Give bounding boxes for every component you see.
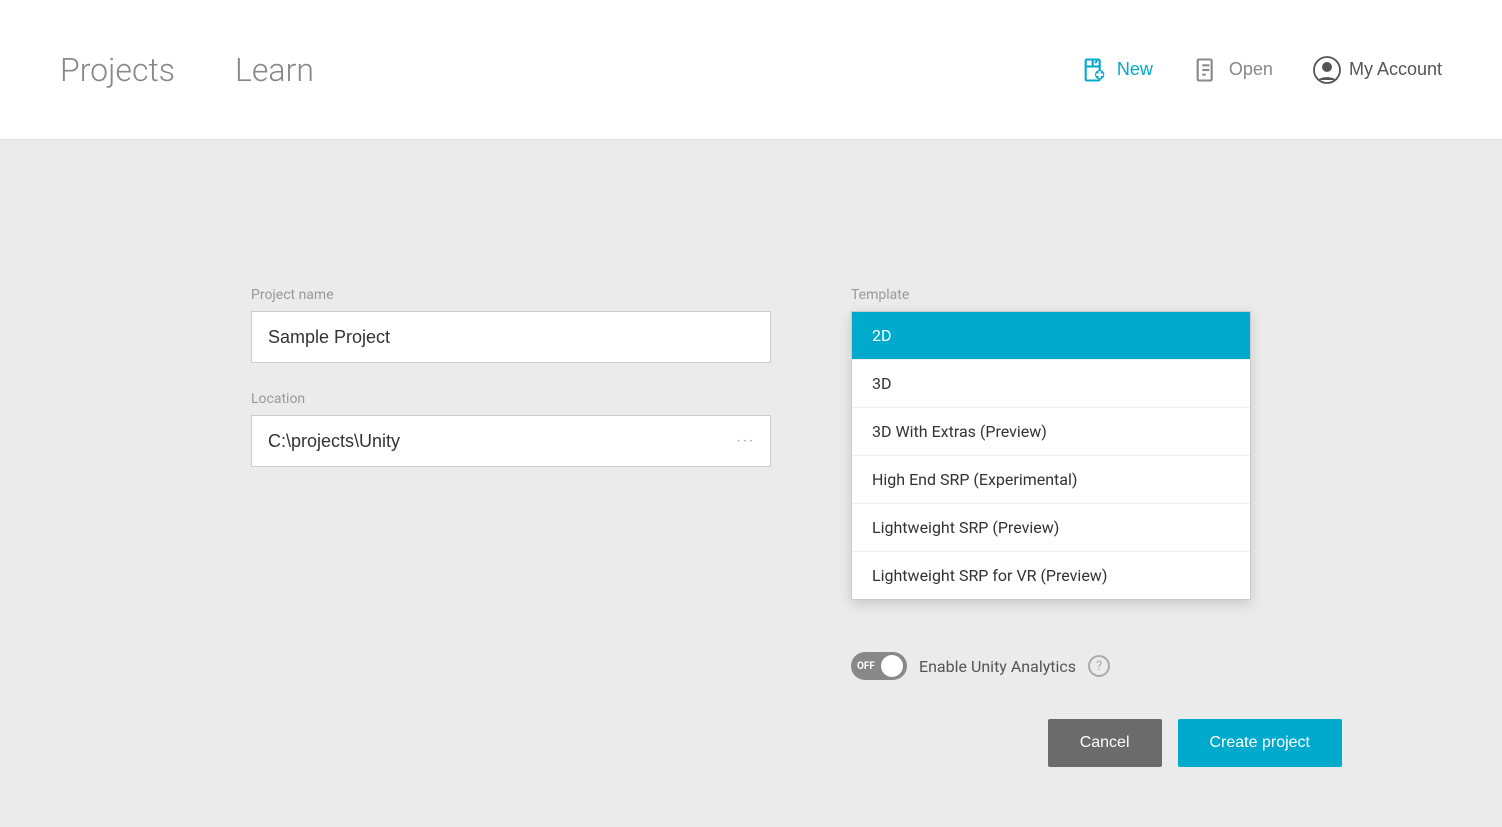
location-group: Location ···	[251, 391, 771, 467]
create-project-button[interactable]: Create project	[1178, 719, 1343, 767]
location-browse-dots[interactable]: ···	[736, 432, 755, 451]
open-icon	[1193, 56, 1221, 84]
my-account-label: My Account	[1349, 59, 1442, 80]
location-input-wrapper: ···	[251, 415, 771, 467]
template-option-lightweight-vr[interactable]: Lightweight SRP for VR (Preview)	[852, 552, 1250, 599]
my-account-button[interactable]: My Account	[1313, 56, 1442, 84]
left-form: Project name Location ···	[251, 287, 771, 495]
cancel-button[interactable]: Cancel	[1048, 719, 1162, 767]
template-option-3d-extras[interactable]: 3D With Extras (Preview)	[852, 408, 1250, 456]
analytics-toggle[interactable]: OFF	[851, 652, 907, 680]
new-button[interactable]: New	[1081, 56, 1153, 84]
template-dropdown: 2D 3D 3D With Extras (Preview) High End …	[851, 311, 1251, 600]
template-option-lightweight[interactable]: Lightweight SRP (Preview)	[852, 504, 1250, 552]
header-actions: New Open My Account	[1081, 56, 1442, 84]
form-area: Project name Location ··· Template 2D 3D…	[251, 287, 1251, 600]
project-name-label: Project name	[251, 287, 771, 303]
bottom-buttons: Cancel Create project	[1048, 719, 1342, 767]
template-option-3d[interactable]: 3D	[852, 360, 1250, 408]
location-label: Location	[251, 391, 771, 407]
new-label: New	[1117, 59, 1153, 80]
new-icon	[1081, 56, 1109, 84]
toggle-off-label: OFF	[857, 661, 875, 672]
right-form: Template 2D 3D 3D With Extras (Preview) …	[851, 287, 1251, 600]
header-nav: Projects Learn	[60, 51, 1081, 89]
location-input[interactable]	[251, 415, 771, 467]
toggle-knob	[881, 655, 903, 677]
template-option-high-end[interactable]: High End SRP (Experimental)	[852, 456, 1250, 504]
template-label: Template	[851, 287, 1251, 303]
open-label: Open	[1229, 59, 1273, 80]
nav-projects[interactable]: Projects	[60, 51, 175, 89]
main-content: Project name Location ··· Template 2D 3D…	[0, 140, 1502, 827]
header: Projects Learn New Open	[0, 0, 1502, 140]
analytics-area: OFF Enable Unity Analytics ?	[851, 652, 1110, 680]
nav-learn[interactable]: Learn	[235, 51, 314, 89]
project-name-input[interactable]	[251, 311, 771, 363]
analytics-help-icon[interactable]: ?	[1088, 655, 1110, 677]
account-icon	[1313, 56, 1341, 84]
analytics-text: Enable Unity Analytics	[919, 657, 1076, 676]
open-button[interactable]: Open	[1193, 56, 1273, 84]
project-name-group: Project name	[251, 287, 771, 363]
template-option-2d[interactable]: 2D	[852, 312, 1250, 360]
